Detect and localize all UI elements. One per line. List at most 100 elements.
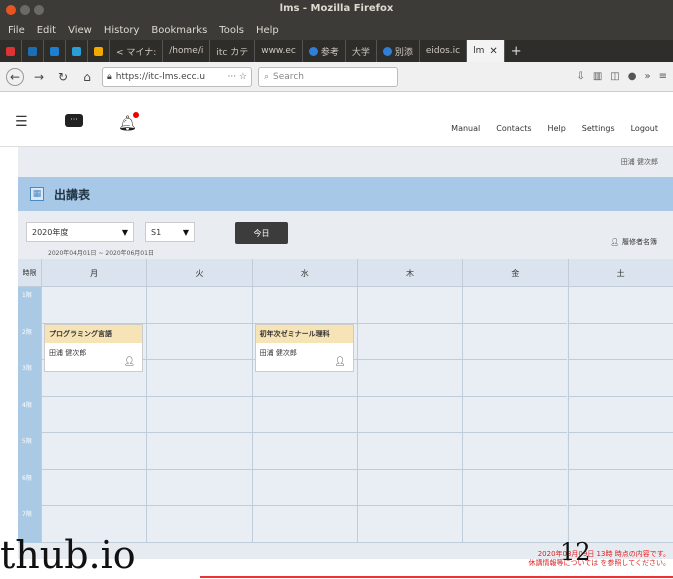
overflow-icon[interactable]: » (644, 71, 650, 82)
timetable-slot[interactable] (146, 323, 252, 360)
menu-bookmarks[interactable]: Bookmarks (151, 25, 207, 36)
timetable-slot[interactable] (146, 469, 252, 506)
library-icon[interactable]: ▥ (593, 71, 602, 82)
tab-lms-active[interactable]: lm ✕ (467, 40, 505, 62)
menu-file[interactable]: File (8, 25, 25, 36)
timetable-slot[interactable] (567, 360, 673, 397)
notification-bell-icon[interactable]: 🔔︎ (118, 112, 140, 132)
menu-help[interactable]: Help (256, 25, 279, 36)
tab-itc[interactable]: itc カテ (210, 40, 256, 62)
period-label: 5限 (18, 433, 41, 470)
timetable-slot[interactable] (567, 433, 673, 470)
tab-ref[interactable]: 参考 (303, 40, 346, 62)
timetable-slot[interactable] (356, 506, 463, 543)
timetable-slot[interactable] (356, 396, 463, 433)
search-box[interactable]: ⌕ Search (258, 66, 398, 87)
link-help[interactable]: Help (548, 124, 566, 133)
term-select[interactable]: S1 ▼ (145, 222, 195, 242)
tab-eidos[interactable]: eidos.ic (420, 40, 468, 62)
timetable-slot[interactable] (462, 506, 568, 543)
term-value: S1 (151, 227, 162, 237)
close-tab-icon[interactable]: ✕ (489, 46, 497, 57)
forward-button[interactable]: → (30, 68, 48, 86)
message-icon[interactable]: ··· (65, 114, 83, 127)
sidebar-icon[interactable]: ◫ (610, 71, 619, 82)
timetable-slot[interactable] (251, 396, 357, 433)
timetable-slot[interactable] (356, 360, 463, 397)
tab-home[interactable]: /home/i (163, 40, 211, 62)
period-label: 6限 (18, 469, 41, 506)
home-button[interactable]: ⌂ (78, 68, 96, 86)
link-settings[interactable]: Settings (582, 124, 615, 133)
timetable-slot[interactable] (356, 287, 463, 324)
menu-edit[interactable]: Edit (37, 25, 56, 36)
extension-icon[interactable]: ● (628, 71, 637, 82)
timetable-slot[interactable] (567, 323, 673, 360)
page-actions-icon[interactable]: ··· ☆ (227, 72, 247, 82)
timetable-slot[interactable] (146, 506, 252, 543)
url-bar[interactable]: 🔒︎ https://itc-lms.ecc.u ··· ☆ (102, 66, 252, 87)
tab-pinned-1[interactable] (0, 40, 22, 62)
period-label: 4限 (18, 396, 41, 433)
course-card[interactable]: プログラミング言語 田浦 健次郎 👤︎ (44, 323, 144, 372)
timetable-slot[interactable] (146, 287, 252, 324)
timetable-slot[interactable] (41, 469, 147, 506)
tab-favicon (50, 46, 59, 56)
menu-view[interactable]: View (68, 25, 92, 36)
timetable-slot[interactable] (251, 506, 357, 543)
timetable-slot[interactable] (356, 323, 463, 360)
new-tab-button[interactable]: + (505, 44, 528, 59)
tab-label: lm (473, 46, 485, 56)
link-logout[interactable]: Logout (631, 124, 658, 133)
timetable-slot[interactable] (462, 469, 568, 506)
timetable-slot[interactable] (146, 433, 252, 470)
tab-pinned-2[interactable] (22, 40, 44, 62)
menu-history[interactable]: History (104, 25, 140, 36)
tab-univ[interactable]: 大学 (346, 40, 377, 62)
tab-www[interactable]: www.ec (255, 40, 303, 62)
course-card[interactable]: 初年次ゼミナール理科 田浦 健次郎 👤︎ (254, 323, 354, 372)
timetable-slot[interactable] (462, 396, 568, 433)
downloads-icon[interactable]: ⇩ (576, 71, 584, 82)
tab-attach[interactable]: 別添 (377, 40, 420, 62)
roster-label: 履修者名簿 (622, 238, 657, 246)
menu-bar: File Edit View History Bookmarks Tools H… (0, 20, 673, 40)
link-contacts[interactable]: Contacts (496, 124, 531, 133)
timetable-slot[interactable] (146, 396, 252, 433)
reload-button[interactable]: ↻ (54, 68, 72, 86)
timetable-slot[interactable] (251, 433, 357, 470)
tab-pinned-3[interactable] (44, 40, 66, 62)
toolbar-icons: ⇩ ▥ ◫ ● » ≡ (576, 71, 667, 82)
roster-icon[interactable]: 👤︎ (124, 357, 135, 367)
tab-mina[interactable]: < マイナ: (110, 40, 164, 62)
roster-icon[interactable]: 👤︎ (334, 357, 345, 367)
timetable-slot[interactable] (462, 287, 568, 324)
timetable-slot[interactable] (41, 287, 147, 324)
link-manual[interactable]: Manual (451, 124, 480, 133)
menu-icon[interactable]: ☰ (15, 114, 28, 130)
year-select[interactable]: 2020年度 ▼ (26, 222, 134, 242)
timetable-slot[interactable] (146, 360, 252, 397)
user-row: 田浦 健次郎 (18, 147, 673, 177)
tab-label: /home/i (169, 46, 204, 56)
timetable-slot[interactable] (567, 396, 673, 433)
timetable-slot[interactable] (462, 360, 568, 397)
timetable-slot[interactable] (251, 469, 357, 506)
timetable-slot[interactable] (356, 433, 463, 470)
back-button[interactable]: ← (6, 67, 24, 86)
menu-tools[interactable]: Tools (219, 25, 244, 36)
timetable-slot[interactable] (251, 287, 357, 324)
timetable-slot[interactable] (567, 469, 673, 506)
timetable-slot[interactable] (41, 396, 147, 433)
timetable-slot[interactable] (567, 287, 673, 324)
period-header: 時限 (22, 269, 37, 277)
timetable-slot[interactable] (356, 469, 463, 506)
tab-pinned-4[interactable] (66, 40, 88, 62)
roster-button[interactable]: 👤︎ 履修者名簿 (610, 237, 657, 247)
timetable-slot[interactable] (462, 323, 568, 360)
timetable-slot[interactable] (41, 433, 147, 470)
hamburger-menu-icon[interactable]: ≡ (659, 71, 667, 82)
timetable-slot[interactable] (462, 433, 568, 470)
today-button[interactable]: 今日 (235, 222, 288, 244)
tab-pinned-5[interactable] (88, 40, 110, 62)
